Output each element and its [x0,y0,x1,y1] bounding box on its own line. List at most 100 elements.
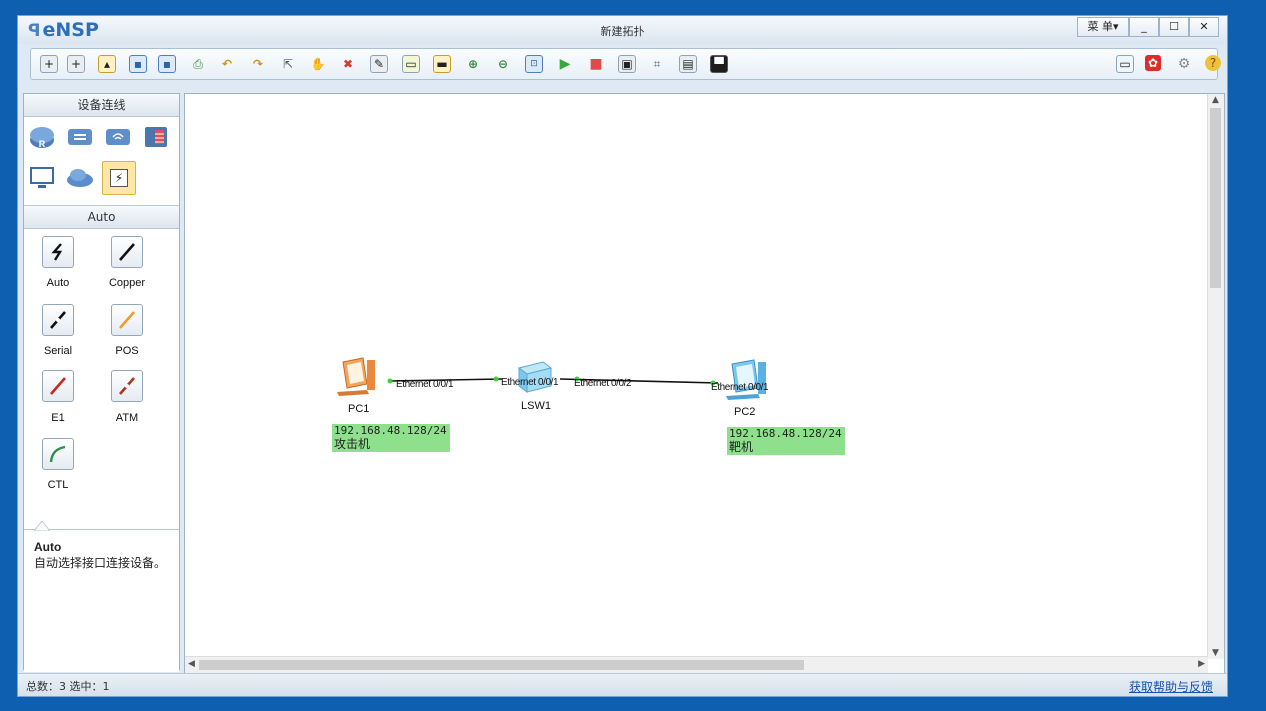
cable-label: CTL [47,479,69,491]
add-text-icon[interactable]: ▭ [402,55,420,73]
save-as-icon[interactable]: ▪ [158,55,176,73]
huawei-icon[interactable]: ✿ [1145,55,1161,71]
connection-category-button[interactable]: ⚡ [102,161,136,195]
help-icon[interactable]: ? [1205,55,1221,71]
vertical-scrollbar[interactable]: ▲ ▼ [1207,94,1224,659]
window-controls: 菜 单▾ _ ☐ ✕ [1077,17,1219,37]
atm-cable-icon [119,377,135,395]
cable-label: ATM [115,412,139,424]
horizontal-scroll-thumb[interactable] [199,660,804,670]
pc2-icon[interactable] [722,358,768,404]
port-label: Ethernet 0/0/2 [574,378,632,389]
auto-cable-icon [51,243,63,261]
note-pc2[interactable]: 192.168.48.128/24 靶机 [727,427,845,455]
port-indicator [387,378,393,384]
cable-label: POS [115,345,139,357]
cloud-category-icon[interactable] [66,164,94,192]
e1-cable-button[interactable] [42,370,74,402]
new-test-icon[interactable]: + [67,55,85,73]
pos-cable-icon [119,311,135,329]
ctl-cable-button[interactable] [42,438,74,470]
pos-cable-button[interactable] [111,304,143,336]
auto-cable-icon: ⚡ [110,169,128,187]
copper-cable-button[interactable] [111,236,143,268]
fit-view-icon[interactable]: ⊡ [525,55,543,73]
open-icon[interactable]: ▴ [98,55,116,73]
port-indicator [493,376,499,382]
chat-icon[interactable]: ▭ [1116,55,1134,73]
print-icon[interactable]: ⎙ [189,55,207,73]
title-bar: ꟼ eNSP 新建拓扑 菜 单▾ _ ☐ ✕ [18,16,1227,44]
scroll-up-icon[interactable]: ▲ [1212,95,1219,105]
minimize-button[interactable]: _ [1129,17,1159,37]
router-icon[interactable]: R [28,123,56,151]
settings-icon[interactable]: ⚙ [1175,55,1193,73]
start-device-icon[interactable]: ▶ [556,55,574,73]
firewall-icon[interactable] [142,123,170,151]
undo-icon[interactable]: ↶ [218,55,236,73]
cable-section-header: Auto [24,205,179,229]
description-text: 自动选择接口连接设备。 [34,556,167,570]
note-ip: 192.168.48.128/24 [729,427,842,440]
stop-device-icon[interactable]: ■ [587,55,605,73]
description-panel: Auto 自动选择接口连接设备。 [24,521,179,672]
atm-cable-button[interactable] [111,370,143,402]
toolbar: + + ▴ ▪ ▪ ⎙ ↶ ↷ ⇱ ✋ ✖ ✎ ▭ ▬ ⊕ ⊖ ⊡ ▶ ■ ▣ … [30,48,1221,80]
capture-icon[interactable]: ▣ [618,55,636,73]
pc1-icon[interactable] [333,356,377,400]
port-label: Ethernet 0/0/1 [711,382,769,393]
cable-label: E1 [51,412,65,424]
zoom-in-icon[interactable]: ⊕ [464,55,482,73]
scroll-right-icon[interactable]: ▶ [1198,659,1205,669]
topology-canvas[interactable]: PC1 192.168.48.128/24 攻击机 LSW1 PC2 192.1… [184,93,1225,674]
maximize-button[interactable]: ☐ [1159,17,1189,37]
show-interface-icon[interactable]: ⌗ [648,55,666,73]
close-button[interactable]: ✕ [1189,17,1219,37]
scroll-left-icon[interactable]: ◀ [188,659,195,669]
svg-text:R: R [39,139,46,149]
menu-button[interactable]: 菜 单▾ [1077,17,1129,37]
zoom-out-icon[interactable]: ⊖ [494,55,512,73]
select-icon[interactable]: ⇱ [279,55,297,73]
palette-icon[interactable]: ▤ [679,55,697,73]
device-section-header: 设备连线 [24,94,179,117]
device-label-pc2: PC2 [734,406,756,418]
vertical-scroll-thumb[interactable] [1210,108,1221,288]
wireless-icon[interactable] [104,123,132,151]
pointer-triangle [34,521,50,531]
status-bar: 总数：3 选中：1 获取帮助与反馈 [18,673,1227,696]
serial-cable-button[interactable] [42,304,74,336]
port-label: Ethernet 0/0/1 [501,377,559,388]
pc-category-icon[interactable] [28,164,56,192]
status-summary: 总数：3 选中：1 [26,680,110,693]
note-desc: 攻击机 [334,437,371,451]
note-desc: 靶机 [729,440,754,454]
note-ip: 192.168.48.128/24 [334,424,447,437]
auto-cable-button[interactable] [42,236,74,268]
copper-cable-icon [119,243,135,261]
cable-label: Copper [108,277,146,289]
cable-label: Serial [43,345,73,357]
new-topology-icon[interactable]: + [40,55,58,73]
horizontal-scrollbar[interactable]: ◀ ▶ [185,656,1208,673]
ctl-cable-icon [49,445,66,463]
terminal-icon[interactable]: ▀ [710,55,728,73]
delete-link-icon[interactable]: ✎ [370,55,388,73]
save-icon[interactable]: ▪ [129,55,147,73]
device-panel: 设备连线 R ⚡ Auto Auto Copper Serial POS E1 … [23,93,180,672]
switch-icon[interactable] [66,123,94,151]
note-pc1[interactable]: 192.168.48.128/24 攻击机 [332,424,450,452]
scroll-down-icon[interactable]: ▼ [1212,648,1219,658]
ensp-window: ꟼ eNSP 新建拓扑 菜 单▾ _ ☐ ✕ + + ▴ ▪ ▪ ⎙ ↶ ↷ ⇱ … [17,15,1228,697]
help-feedback-link[interactable]: 获取帮助与反馈 [1129,678,1213,695]
delete-icon[interactable]: ✖ [339,55,357,73]
pan-hand-icon[interactable]: ✋ [309,55,327,73]
description-title: Auto [34,540,62,554]
device-label-pc1: PC1 [348,403,370,415]
redo-icon[interactable]: ↷ [249,55,267,73]
cable-label: Auto [46,277,70,289]
window-title: 新建拓扑 [600,25,645,38]
add-shape-icon[interactable]: ▬ [433,55,451,73]
port-label: Ethernet 0/0/1 [396,379,454,390]
e1-cable-icon [50,377,66,395]
